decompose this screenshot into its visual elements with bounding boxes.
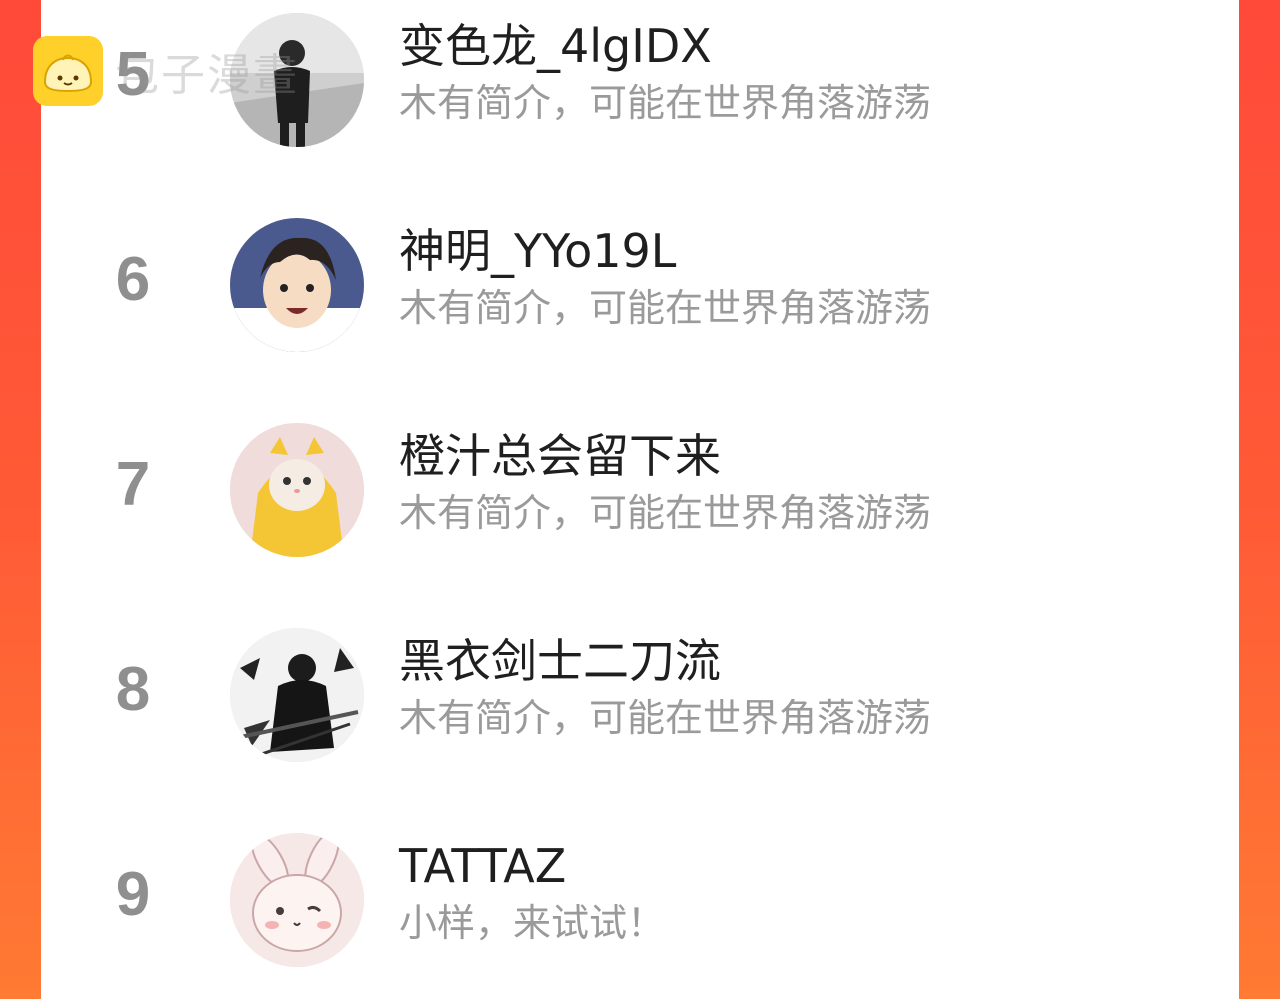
list-item[interactable]: 9 TATTAZ 小样，来试试！ [41,820,1239,970]
bun-icon [33,36,103,106]
list-item[interactable]: 6 神明_YYo19L 木有简介，可能在世界角落游荡 [41,205,1239,355]
ranking-list: 5 变色龙_4lgIDX 木有简介，可能在世界角落游荡 6 神明_YYo19L … [41,0,1239,999]
avatar[interactable] [230,218,364,352]
user-description: 木有简介，可能在世界角落游荡 [399,81,932,125]
watermark-text: 包子漫畫 [115,50,299,101]
user-description: 小样，来试试！ [399,901,666,945]
rank-number: 9 [115,860,151,929]
user-name[interactable]: 神明_YYo19L [399,223,676,279]
user-description: 木有简介，可能在世界角落游荡 [399,696,932,740]
list-item[interactable]: 8 黑衣剑士二刀流 木有简介，可能在世界角落游荡 [41,615,1239,765]
user-description: 木有简介，可能在世界角落游荡 [399,286,932,330]
rank-number: 7 [115,450,151,519]
user-name[interactable]: 变色龙_4lgIDX [399,18,712,74]
user-name[interactable]: 黑衣剑士二刀流 [399,633,721,689]
avatar[interactable] [230,628,364,762]
rank-number: 8 [115,655,151,724]
watermark: 包子漫畫 [33,36,299,106]
avatar[interactable] [230,423,364,557]
user-name[interactable]: TATTAZ [399,838,566,894]
rank-number: 6 [115,245,151,314]
avatar[interactable] [230,833,364,967]
list-item[interactable]: 7 橙汁总会留下来 木有简介，可能在世界角落游荡 [41,410,1239,560]
user-name[interactable]: 橙汁总会留下来 [399,428,721,484]
user-description: 木有简介，可能在世界角落游荡 [399,491,932,535]
